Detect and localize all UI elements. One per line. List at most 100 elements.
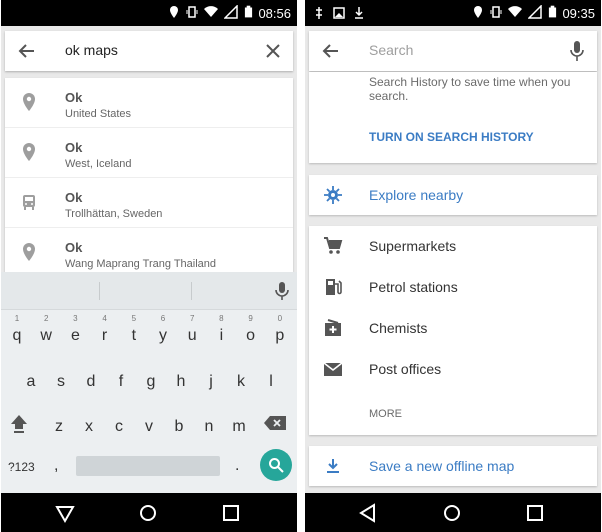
- key-s[interactable]: s: [47, 358, 75, 398]
- result-title: Ok: [65, 140, 83, 155]
- key-g[interactable]: g: [137, 358, 165, 398]
- status-bar: 08:56: [1, 0, 297, 26]
- close-icon[interactable]: [263, 41, 283, 61]
- key-j[interactable]: j: [197, 358, 225, 398]
- key-row-2: asdf g h j kl: [1, 358, 297, 398]
- save-offline-map-row[interactable]: Save a new offline map: [309, 446, 597, 486]
- download-notification-icon: [355, 7, 363, 19]
- key-label: f: [118, 373, 124, 390]
- key-d[interactable]: d: [77, 358, 105, 398]
- search-input[interactable]: Search: [369, 42, 413, 58]
- result-subtitle: Wang Maprang Trang Thailand: [65, 258, 217, 270]
- key-w[interactable]: 2w: [32, 312, 60, 352]
- battery-icon: [244, 5, 253, 18]
- microphone-icon[interactable]: [569, 40, 585, 62]
- symbols-key[interactable]: ?123: [8, 460, 35, 474]
- key-f[interactable]: f: [107, 358, 135, 398]
- offline-map-card[interactable]: Save a new offline map: [309, 446, 597, 486]
- list-item[interactable]: Ok Wang Maprang Trang Thailand: [5, 228, 293, 272]
- search-input[interactable]: ok maps: [65, 42, 118, 58]
- key-label: z: [55, 418, 63, 435]
- home-nav-icon[interactable]: [137, 502, 159, 524]
- category-label: Supermarkets: [369, 238, 457, 254]
- category-item[interactable]: Petrol stations: [309, 267, 597, 307]
- key-r[interactable]: 4r: [91, 312, 119, 352]
- key-label: g: [146, 373, 156, 390]
- key-label: h: [176, 373, 186, 390]
- key-hint: 5: [131, 314, 137, 323]
- back-arrow-icon[interactable]: [17, 41, 37, 61]
- key-label: v: [145, 418, 153, 435]
- key-l[interactable]: l: [257, 358, 285, 398]
- back-arrow-icon[interactable]: [321, 41, 341, 61]
- divider: [99, 282, 100, 300]
- back-nav-icon[interactable]: [358, 502, 380, 524]
- category-item[interactable]: Supermarkets: [309, 226, 597, 266]
- back-nav-icon[interactable]: [54, 502, 76, 524]
- period-key[interactable]: .: [235, 457, 239, 475]
- explore-icon: [324, 186, 342, 204]
- key-row-1: 1q2w3e4r5t6y7u8i9o0p: [1, 312, 297, 352]
- search-icon: [269, 458, 284, 473]
- list-item[interactable]: Ok West, Iceland: [5, 128, 293, 178]
- result-title: Ok: [65, 90, 83, 105]
- key-row-3: zxcvbnm: [1, 403, 297, 443]
- key-hint: 7: [189, 314, 195, 323]
- key-k[interactable]: k: [227, 358, 255, 398]
- category-item[interactable]: Chemists: [309, 308, 597, 348]
- list-item[interactable]: Ok United States: [5, 78, 293, 128]
- key-i[interactable]: 8i: [207, 312, 235, 352]
- key-q[interactable]: 1q: [3, 312, 31, 352]
- usb-icon: [316, 7, 322, 19]
- key-hint: 1: [14, 314, 20, 323]
- key-b[interactable]: b: [165, 403, 193, 443]
- key-u[interactable]: 7u: [178, 312, 206, 352]
- key-label: u: [187, 327, 197, 344]
- category-item[interactable]: Post offices: [309, 349, 597, 389]
- clock: 09:35: [562, 6, 595, 21]
- key-c[interactable]: c: [105, 403, 133, 443]
- comma-key[interactable]: ,: [54, 457, 58, 475]
- key-o[interactable]: 9o: [237, 312, 265, 352]
- search-history-card: Search History to save time when you sea…: [309, 72, 597, 163]
- list-item[interactable]: Ok Trollhättan, Sweden: [5, 178, 293, 228]
- key-x[interactable]: x: [75, 403, 103, 443]
- explore-nearby-row[interactable]: Explore nearby: [309, 175, 597, 215]
- key-hint: 0: [277, 314, 283, 323]
- key-z[interactable]: z: [45, 403, 73, 443]
- key-label: j: [209, 373, 213, 390]
- key-e[interactable]: 3e: [61, 312, 89, 352]
- turn-on-search-history-link[interactable]: TURN ON SEARCH HISTORY: [369, 130, 534, 144]
- key-v[interactable]: v: [135, 403, 163, 443]
- on-screen-keyboard: 1q2w3e4r5t6y7u8i9o0p asdfghjkl zxcvbnm ?…: [1, 272, 297, 493]
- backspace-icon[interactable]: [263, 415, 287, 431]
- key-h[interactable]: h: [167, 358, 195, 398]
- key-label: k: [237, 373, 245, 390]
- key-a[interactable]: a: [17, 358, 45, 398]
- search-bar: Search: [309, 31, 597, 71]
- key-m[interactable]: m: [225, 403, 253, 443]
- recents-nav-icon[interactable]: [524, 502, 546, 524]
- search-bar: ok maps: [5, 31, 293, 71]
- wifi-icon: [508, 6, 522, 17]
- recents-nav-icon[interactable]: [220, 502, 242, 524]
- key-p[interactable]: 0p: [266, 312, 294, 352]
- navigation-bar: [305, 493, 601, 532]
- shift-icon[interactable]: [9, 413, 29, 435]
- image-icon: [333, 7, 345, 19]
- category-label: Post offices: [369, 361, 442, 377]
- key-n[interactable]: n: [195, 403, 223, 443]
- home-nav-icon[interactable]: [441, 502, 463, 524]
- search-results-list: Ok United States Ok West, Iceland Ok Tro…: [5, 78, 293, 272]
- voice-input-icon[interactable]: [275, 281, 289, 301]
- key-label: p: [275, 327, 285, 344]
- key-t[interactable]: 5t: [120, 312, 148, 352]
- search-key[interactable]: [260, 449, 292, 481]
- categories-card: Supermarkets Petrol stations Chemists Po…: [309, 226, 597, 435]
- key-y[interactable]: 6y: [149, 312, 177, 352]
- space-bar[interactable]: [76, 456, 220, 476]
- explore-nearby-card[interactable]: Explore nearby: [309, 175, 597, 215]
- more-link[interactable]: MORE: [369, 408, 402, 420]
- key-label: n: [204, 418, 214, 435]
- key-label: o: [246, 327, 256, 344]
